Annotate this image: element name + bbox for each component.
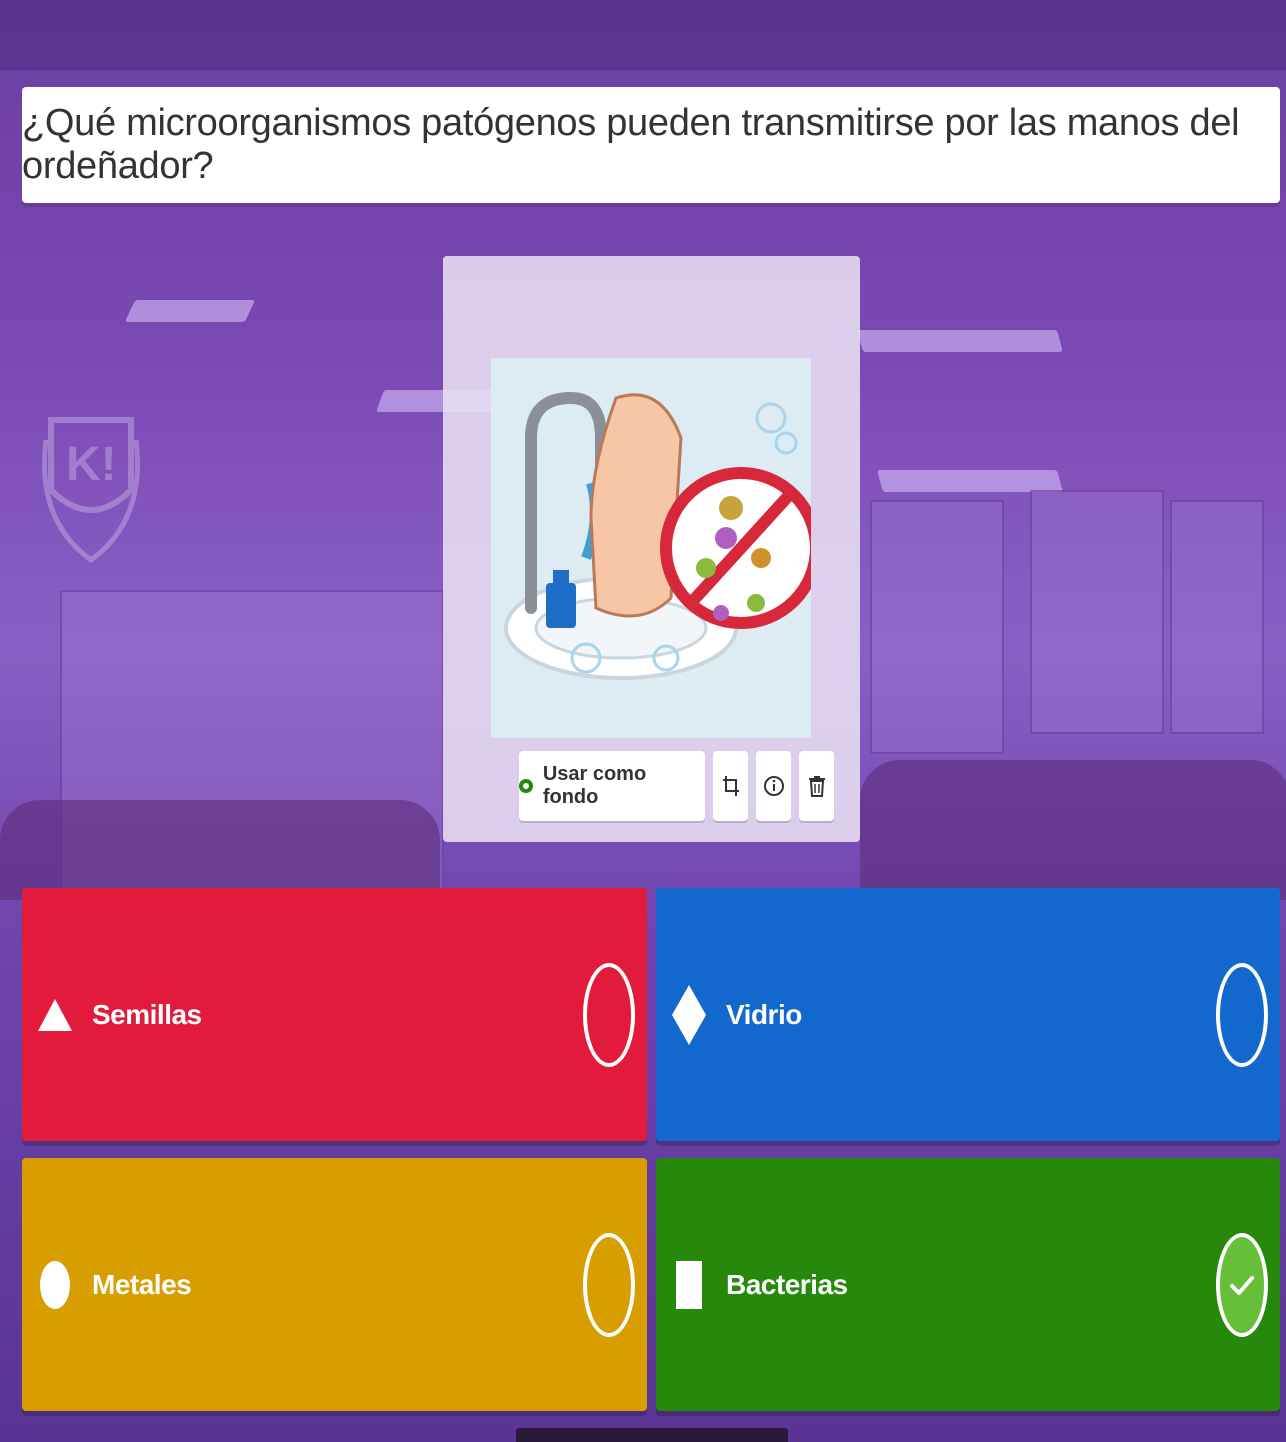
- diamond-icon: [672, 984, 706, 1045]
- crop-icon: [722, 776, 739, 796]
- correct-toggle[interactable]: [583, 1232, 635, 1337]
- correct-toggle[interactable]: [1216, 1232, 1268, 1337]
- svg-text:K!: K!: [66, 438, 117, 491]
- crop-button[interactable]: [713, 751, 748, 821]
- question-text[interactable]: ¿Qué microorganismos patógenos pueden tr…: [22, 87, 1280, 203]
- answer-option-triangle[interactable]: Semillas: [22, 888, 647, 1141]
- kahoot-crest-icon: K!: [41, 417, 141, 564]
- answer-option-diamond[interactable]: Vidrio: [656, 888, 1280, 1141]
- answer-option-square[interactable]: Bacterias: [656, 1158, 1280, 1411]
- delete-button[interactable]: [799, 751, 834, 821]
- triangle-icon: [38, 995, 72, 1035]
- circle-icon: [38, 1260, 72, 1309]
- answer-label[interactable]: Vidrio: [726, 999, 802, 1031]
- correct-toggle[interactable]: [1216, 962, 1268, 1067]
- question-image[interactable]: [491, 358, 822, 738]
- answer-label[interactable]: Semillas: [92, 999, 202, 1031]
- answer-label[interactable]: Metales: [92, 1269, 192, 1301]
- info-icon: [763, 776, 784, 796]
- check-icon: [1230, 1275, 1254, 1295]
- info-button[interactable]: [756, 751, 791, 821]
- trash-icon: [808, 776, 825, 797]
- square-icon: [672, 1260, 706, 1309]
- use-as-background-label: Usar como fondo: [542, 763, 647, 808]
- answer-option-circle[interactable]: Metales: [22, 1158, 647, 1411]
- correct-toggle[interactable]: [583, 962, 635, 1067]
- use-as-background-button[interactable]: Usar como fondo: [519, 751, 705, 821]
- media-panel: Usar como fondo: [443, 256, 860, 842]
- background-icon: [519, 779, 533, 793]
- handwashing-illustration-icon: [491, 358, 822, 738]
- answer-label[interactable]: Bacterias: [726, 1269, 848, 1301]
- bottom-bar: [516, 1428, 788, 1442]
- image-toolbar: Usar como fondo: [519, 751, 834, 821]
